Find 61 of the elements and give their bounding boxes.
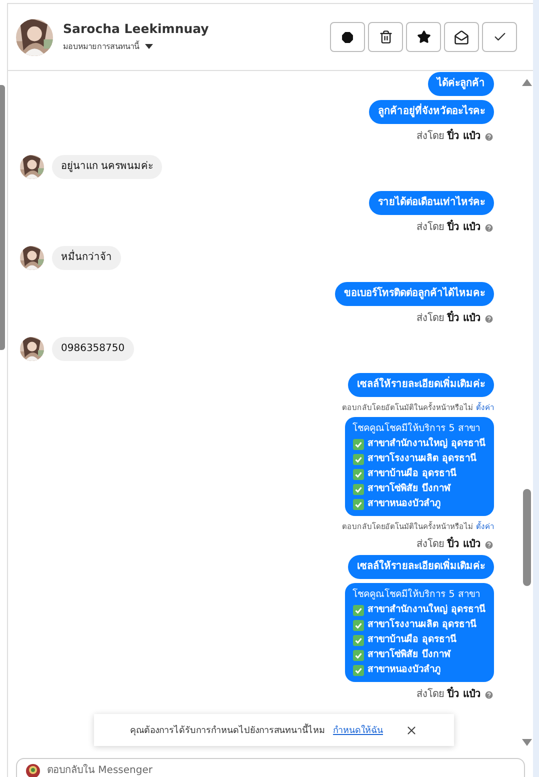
assign-me-link[interactable]: กำหนดให้ฉัน xyxy=(333,723,383,737)
mark-unread-button[interactable] xyxy=(444,22,479,52)
check-icon xyxy=(352,664,364,676)
scroll-up-icon[interactable] xyxy=(522,79,532,86)
list-item: สาขาบ้านผือ อุดรธานี xyxy=(368,467,456,481)
message-bubble: ขอเบอร์โทรติดต่อลูกค้าได้ไหมคะ xyxy=(335,282,494,306)
sent-by-label: ส่งโดย ปิ๋ว แป๋ว xyxy=(416,130,481,143)
star-button[interactable] xyxy=(406,22,441,52)
list-title: โชคคูณโชคมีให้บริการ 5 สาขา xyxy=(352,588,481,602)
contact-name: Sarocha Leekimnuay xyxy=(63,21,210,36)
caret-icon xyxy=(145,44,153,49)
check-icon xyxy=(352,498,364,510)
check-icon xyxy=(352,468,364,480)
page-logo-icon xyxy=(25,763,41,777)
close-icon xyxy=(405,724,418,736)
envelope-icon xyxy=(454,30,469,44)
report-button[interactable] xyxy=(330,22,365,52)
star-icon xyxy=(416,30,430,44)
check-icon xyxy=(352,604,364,616)
sent-by-label: ส่งโดย ปิ๋ว แป๋ว xyxy=(416,221,481,234)
message-bubble: 0986358750 xyxy=(52,337,134,361)
scroll-down-icon[interactable] xyxy=(522,739,532,746)
list-item: สาขาสำนักงานใหญ่ อุดรธานี xyxy=(368,437,485,451)
list-item: สาขาสำนักงานใหญ่ อุดรธานี xyxy=(368,603,485,617)
help-icon[interactable] xyxy=(484,540,494,550)
delete-button[interactable] xyxy=(368,22,403,52)
list-item: สาขาโรงงานผลิต อุดรธานี xyxy=(368,452,476,466)
message-bubble: หมื่นกว่าจ้า xyxy=(52,246,121,270)
list-title: โชคคูณโชคมีให้บริการ 5 สาขา xyxy=(352,422,481,436)
assign-dropdown[interactable]: มอบหมายการสนทนานี้ xyxy=(63,40,320,53)
check-icon xyxy=(352,484,364,494)
scrollbar-thumb[interactable] xyxy=(523,489,531,586)
help-icon[interactable] xyxy=(484,132,494,142)
check-icon xyxy=(352,650,364,660)
sent-by-label: ส่งโดย ปิ๋ว แป๋ว xyxy=(416,312,481,325)
list-item: สาขาหนองบัวลำภู xyxy=(368,663,441,677)
check-icon xyxy=(352,620,364,630)
message-bubble: ลูกค้าอยู่ที่จังหวัดอะไรคะ xyxy=(369,100,494,124)
scrollbar[interactable] xyxy=(0,85,5,350)
message-bubble: รายได้ต่อเดือนเท่าไหร่คะ xyxy=(369,191,494,215)
message-bubble: เซลล์ให้รายละเอียดเพิ่มเติมค่ะ xyxy=(348,555,494,579)
check-icon xyxy=(352,454,364,464)
help-icon[interactable] xyxy=(484,222,494,232)
reply-box[interactable]: ตอบกลับใน Messenger xyxy=(16,758,525,777)
help-icon[interactable] xyxy=(484,314,494,324)
close-button[interactable] xyxy=(405,724,418,736)
list-item: สาขาโซ่พิสัย บึงกาฬ xyxy=(368,482,450,496)
trash-icon xyxy=(378,30,392,44)
check-icon xyxy=(352,438,364,450)
list-item: สาขาหนองบัวลำภู xyxy=(368,497,441,511)
message-bubble: ได้ค่ะลูกค้า xyxy=(428,72,494,96)
check-icon xyxy=(352,634,364,646)
sent-by-label: ส่งโดย ปิ๋ว แป๋ว xyxy=(416,688,481,701)
toast-message: คุณต้องการได้รับการกำหนดไปยังการสนทนานี้ไหม xyxy=(130,723,325,737)
message-bubble: อยู่นาแก นครพนมค่ะ xyxy=(52,155,162,179)
list-item: สาขาโรงงานผลิต อุดรธานี xyxy=(368,618,476,632)
sent-by-label: ส่งโดย ปิ๋ว แป๋ว xyxy=(416,538,481,551)
list-item: สาขาโซ่พิสัย บึงกาฬ xyxy=(368,648,450,662)
message-bubble: เซลล์ให้รายละเอียดเพิ่มเติมค่ะ xyxy=(348,373,494,397)
list-item: สาขาบ้านผือ อุดรธานี xyxy=(368,633,456,647)
help-icon[interactable] xyxy=(484,690,494,700)
